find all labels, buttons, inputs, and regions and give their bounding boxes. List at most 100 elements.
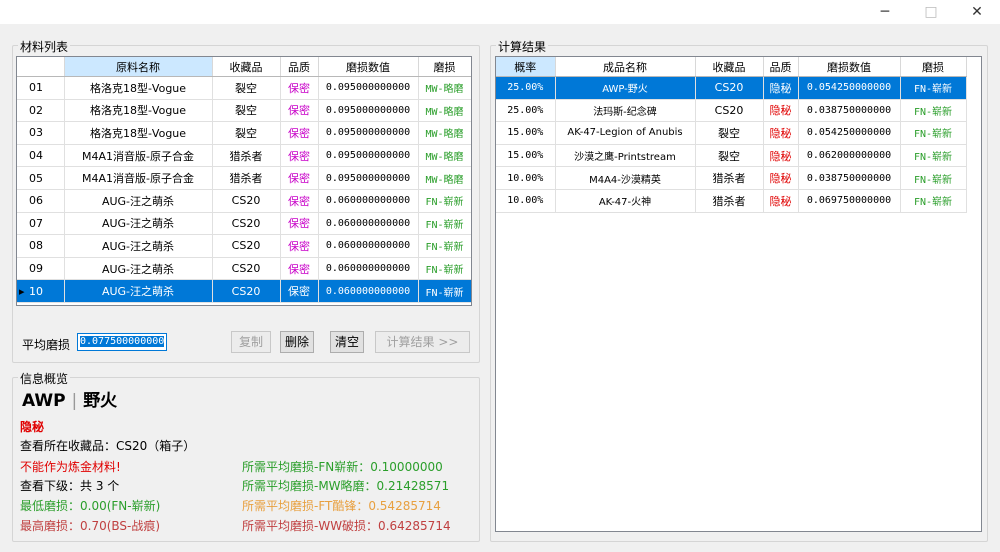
materials-row[interactable]: 08 AUG-汪之萌杀 CS20 保密 0.060000000000 FN-崭新: [17, 234, 471, 258]
results-cell-prob: 25.00%: [496, 99, 556, 123]
materials-cell-name: 格洛克18型-Vogue: [64, 121, 213, 145]
materials-cell-wear: 0.095000000000: [318, 166, 419, 190]
materials-row[interactable]: 02 格洛克18型-Vogue 裂空 保密 0.095000000000 MW-略磨: [17, 99, 471, 123]
info-need-fn: 所需平均磨损-FN崭新：0.10000000: [242, 460, 443, 474]
info-weapon-line: AWP | 野火: [22, 386, 117, 411]
results-grid[interactable]: 概率 成品名称 收藏品 品质 磨损数值 磨损 25.00% AWP-野火 CS20 隐秘 0.05…: [495, 56, 982, 532]
materials-cell-quality: 保密: [280, 279, 319, 303]
materials-cell-wear: 0.095000000000: [318, 144, 419, 168]
materials-cell-collection: CS20: [212, 279, 281, 303]
results-cell-name: AK-47-Legion of Anubis: [555, 121, 696, 145]
materials-cell-wear: 0.095000000000: [318, 121, 419, 145]
materials-cell-grade: FN-崭新: [418, 189, 471, 213]
close-icon[interactable]: ✕: [954, 0, 1000, 24]
results-cell-prob: 15.00%: [496, 144, 556, 168]
materials-cell-name: AUG-汪之萌杀: [64, 257, 213, 281]
info-divider: |: [71, 391, 78, 411]
materials-row-index: 05: [17, 166, 65, 190]
results-cell-prob: 25.00%: [496, 76, 556, 100]
materials-row-index: 08: [17, 234, 65, 258]
results-cell-wear: 0.062000000000: [798, 144, 901, 168]
results-cell-grade: FN-崭新: [900, 166, 967, 190]
materials-row-index: 06: [17, 189, 65, 213]
info-need-ft: 所需平均磨损-FT酷锋：0.54285714: [242, 499, 441, 513]
results-cell-prob: 10.00%: [496, 166, 556, 190]
materials-row[interactable]: 07 AUG-汪之萌杀 CS20 保密 0.060000000000 FN-崭新: [17, 212, 471, 236]
materials-cell-name: AUG-汪之萌杀: [64, 234, 213, 258]
results-row[interactable]: 15.00% AK-47-Legion of Anubis 裂空 隐秘 0.054250…: [496, 121, 967, 145]
results-row[interactable]: 10.00% M4A4-沙漠精英 猎杀者 隐秘 0.038750000000 FN-崭新: [496, 166, 967, 190]
info-lower[interactable]: 查看下级：共 3 个: [20, 477, 119, 494]
materials-row[interactable]: ▸ 10 AUG-汪之萌杀 CS20 保密 0.060000000000 FN-崭新: [17, 279, 471, 303]
materials-cell-wear: 0.060000000000: [318, 212, 419, 236]
materials-row-index-text: 08: [29, 239, 43, 253]
minimize-icon[interactable]: ─: [862, 0, 908, 24]
materials-row[interactable]: 01 格洛克18型-Vogue 裂空 保密 0.095000000000 MW-略磨: [17, 76, 471, 100]
materials-cell-grade: MW-略磨: [418, 99, 471, 123]
maximize-icon[interactable]: □: [908, 0, 954, 24]
materials-cell-name: M4A1消音版-原子合金: [64, 144, 213, 168]
results-cell-collection: 猎杀者: [695, 166, 764, 190]
materials-row[interactable]: 06 AUG-汪之萌杀 CS20 保密 0.060000000000 FN-崭新: [17, 189, 471, 213]
info-need-ww: 所需平均磨损-WW破损：0.64285714: [242, 519, 451, 533]
materials-header-0[interactable]: [17, 57, 65, 77]
materials-row-index-text: 07: [29, 216, 43, 230]
results-cell-collection: 裂空: [695, 144, 764, 168]
results-header-3[interactable]: 品质: [763, 57, 799, 77]
results-row[interactable]: 25.00% 法玛斯-纪念碑 CS20 隐秘 0.038750000000 FN-崭新: [496, 99, 967, 123]
materials-row[interactable]: 09 AUG-汪之萌杀 CS20 保密 0.060000000000 FN-崭新: [17, 257, 471, 281]
materials-header-1[interactable]: 原料名称: [64, 57, 213, 77]
results-cell-wear: 0.069750000000: [798, 189, 901, 213]
info-weapon: AWP: [22, 391, 66, 411]
results-row[interactable]: 10.00% AK-47-火神 猎杀者 隐秘 0.069750000000 FN-崭新: [496, 189, 967, 213]
materials-cell-collection: 裂空: [212, 76, 281, 100]
results-row[interactable]: 15.00% 沙漠之鹰-Printstream 裂空 隐秘 0.062000000000…: [496, 144, 967, 168]
materials-row-index-text: 05: [29, 171, 43, 185]
materials-cell-name: M4A1消音版-原子合金: [64, 166, 213, 190]
materials-header-3[interactable]: 品质: [280, 57, 319, 77]
materials-cell-wear: 0.060000000000: [318, 279, 419, 303]
results-cell-wear: 0.038750000000: [798, 99, 901, 123]
delete-button[interactable]: 删除: [280, 331, 314, 353]
materials-cell-collection: 裂空: [212, 99, 281, 123]
results-header-0[interactable]: 概率: [496, 57, 556, 77]
materials-cell-name: 格洛克18型-Vogue: [64, 99, 213, 123]
results-row[interactable]: 25.00% AWP-野火 CS20 隐秘 0.054250000000 FN-崭新: [496, 76, 967, 100]
results-cell-name: 法玛斯-纪念碑: [555, 99, 696, 123]
results-header-1[interactable]: 成品名称: [555, 57, 696, 77]
results-cell-name: 沙漠之鹰-Printstream: [555, 144, 696, 168]
materials-cell-collection: 猎杀者: [212, 144, 281, 168]
materials-cell-quality: 保密: [280, 166, 319, 190]
materials-row[interactable]: 05 M4A1消音版-原子合金 猎杀者 保密 0.095000000000 MW-略磨: [17, 166, 471, 190]
copy-button[interactable]: 复制: [231, 331, 271, 353]
materials-cell-quality: 保密: [280, 99, 319, 123]
materials-header-4[interactable]: 磨损数值: [318, 57, 419, 77]
avg-wear-input[interactable]: 0.077500000000: [77, 333, 167, 351]
materials-cell-collection: CS20: [212, 212, 281, 236]
materials-row-index-text: 02: [29, 103, 43, 117]
materials-row-index: 01: [17, 76, 65, 100]
materials-cell-grade: FN-崭新: [418, 234, 471, 258]
avg-wear-value: 0.077500000000: [80, 336, 165, 347]
materials-cell-wear: 0.060000000000: [318, 257, 419, 281]
materials-cell-collection: 裂空: [212, 121, 281, 145]
materials-header-5[interactable]: 磨损: [418, 57, 471, 77]
info-collection[interactable]: 查看所在收藏品：CS20（箱子）: [20, 437, 195, 454]
results-header-4[interactable]: 磨损数值: [798, 57, 901, 77]
clear-button[interactable]: 清空: [330, 331, 364, 353]
materials-row-index-text: 01: [29, 81, 43, 95]
materials-grid[interactable]: 原料名称 收藏品 品质 磨损数值 磨损 01 格洛克18型-Vogue 裂空 保密 0.0950…: [16, 56, 472, 306]
info-quality: 隐秘: [20, 420, 45, 434]
materials-row[interactable]: 03 格洛克18型-Vogue 裂空 保密 0.095000000000 MW-略磨: [17, 121, 471, 145]
results-cell-grade: FN-崭新: [900, 76, 967, 100]
materials-cell-grade: MW-略磨: [418, 76, 471, 100]
results-header-5[interactable]: 磨损: [900, 57, 967, 77]
materials-row-index: 04: [17, 144, 65, 168]
materials-cell-wear: 0.095000000000: [318, 99, 419, 123]
results-header-2[interactable]: 收藏品: [695, 57, 764, 77]
materials-row[interactable]: 04 M4A1消音版-原子合金 猎杀者 保密 0.095000000000 MW-略磨: [17, 144, 471, 168]
materials-header-2[interactable]: 收藏品: [212, 57, 281, 77]
results-cell-quality: 隐秘: [763, 189, 799, 213]
materials-row-index-text: 10: [29, 284, 43, 298]
calc-result-button[interactable]: 计算结果 >>: [375, 331, 470, 353]
